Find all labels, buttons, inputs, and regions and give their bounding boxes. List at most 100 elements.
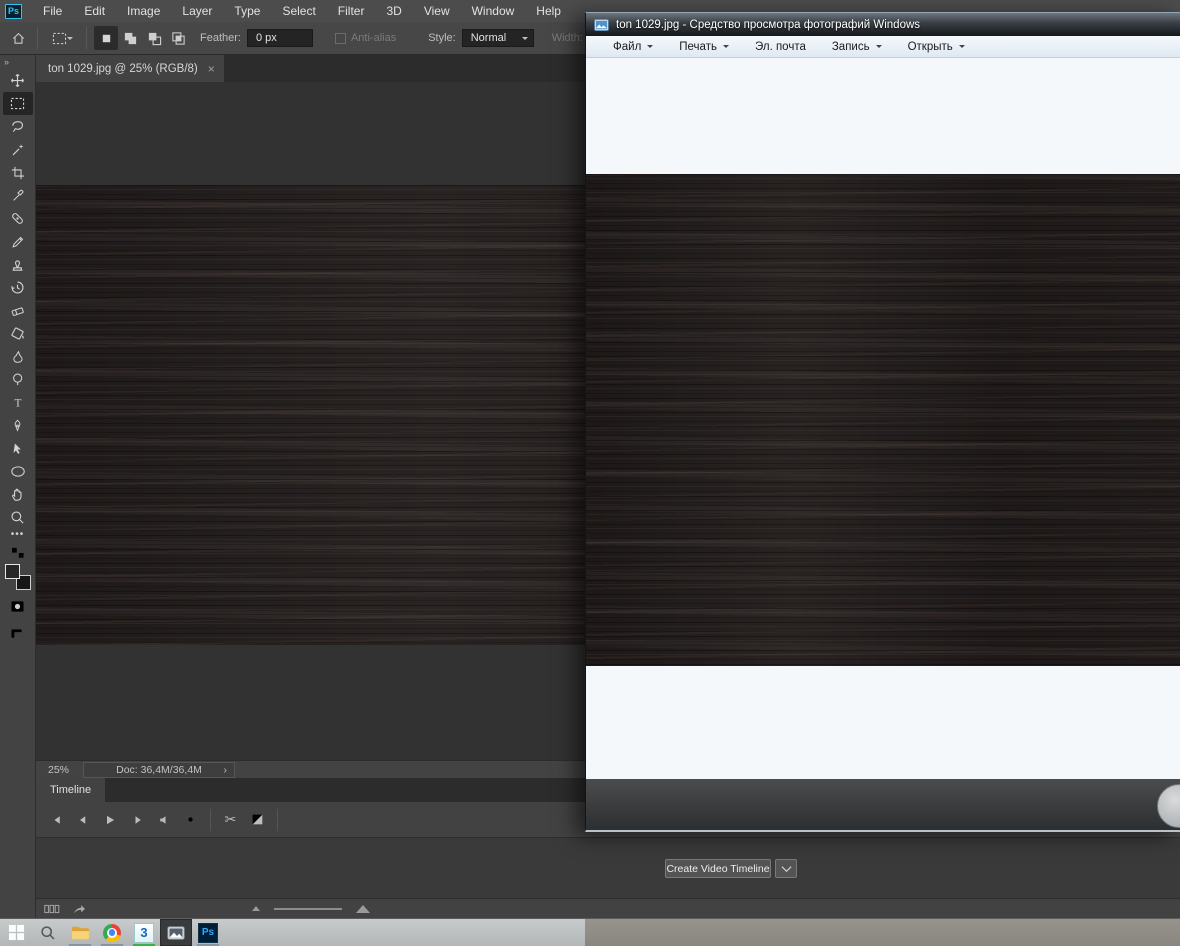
taskbar-search-button[interactable] [32, 919, 64, 946]
menu-type[interactable]: Type [223, 0, 271, 22]
magic-wand-tool[interactable] [3, 138, 33, 161]
photo-viewer-app-icon [594, 18, 609, 31]
width-label: Width: [551, 32, 583, 44]
feather-label: Feather: [200, 32, 241, 44]
menu-filter[interactable]: Filter [327, 0, 376, 22]
spot-healing-brush-tool[interactable] [3, 207, 33, 230]
move-tool[interactable] [3, 69, 33, 92]
chevron-down-icon [722, 45, 729, 51]
clone-stamp-tool[interactable] [3, 253, 33, 276]
app-3-button[interactable]: 3 [128, 919, 160, 946]
tab-timeline[interactable]: Timeline [36, 778, 106, 802]
previous-frame-icon[interactable] [69, 809, 96, 831]
first-frame-icon[interactable] [42, 809, 69, 831]
dodge-tool[interactable] [3, 368, 33, 391]
settings-gear-icon[interactable] [177, 809, 204, 831]
viewer-menu-burn-label: Запись [831, 40, 870, 53]
photo-viewer-taskbar-button[interactable] [160, 919, 192, 946]
menu-file[interactable]: File [32, 0, 73, 22]
ellipse-tool[interactable] [3, 460, 33, 483]
timeline-zoom-in-icon[interactable] [356, 904, 370, 913]
anti-alias-checkbox[interactable] [334, 32, 346, 44]
smudge-tool[interactable] [3, 345, 33, 368]
pen-tool[interactable] [3, 414, 33, 437]
zoom-tool[interactable] [3, 506, 33, 529]
timeline-zoom-out-icon[interactable] [252, 906, 260, 911]
menu-help[interactable]: Help [525, 0, 572, 22]
viewer-menu-file[interactable]: Файл [600, 41, 666, 53]
brush-tool[interactable] [3, 230, 33, 253]
type-tool[interactable]: T [3, 391, 33, 414]
foreground-color-swatch[interactable] [4, 564, 20, 579]
eyedropper-tool[interactable] [3, 184, 33, 207]
home-icon[interactable] [6, 26, 30, 50]
create-video-timeline-dropdown[interactable] [775, 859, 797, 878]
screen-mode-icon[interactable] [3, 622, 33, 646]
chevron-down-icon [647, 45, 654, 51]
chevron-down-icon [875, 45, 882, 51]
svg-text:T: T [14, 397, 21, 409]
lasso-tool[interactable] [3, 115, 33, 138]
eraser-tool[interactable] [3, 299, 33, 322]
crop-tool[interactable] [3, 161, 33, 184]
gradient-tool[interactable] [3, 322, 33, 345]
next-photo-button[interactable] [1157, 784, 1180, 828]
collapse-panels-icon[interactable]: » [0, 55, 10, 69]
chevron-right-icon[interactable]: › [224, 764, 228, 776]
app-3-icon: 3 [134, 922, 154, 943]
color-swatches [4, 564, 31, 590]
photoshop-taskbar-button[interactable]: Ps [192, 919, 224, 946]
edit-toolbar-icon[interactable]: ••• [11, 529, 25, 545]
menu-select[interactable]: Select [271, 0, 326, 22]
photo-viewer-titlebar[interactable]: ton 1029.jpg - Средство просмотра фотогр… [586, 13, 1180, 36]
document-tab-title: ton 1029.jpg @ 25% (RGB/8) [48, 62, 198, 75]
menu-edit[interactable]: Edit [73, 0, 116, 22]
photoshop-logo-icon[interactable]: Ps [5, 3, 22, 19]
document-tab[interactable]: ton 1029.jpg @ 25% (RGB/8) × [36, 55, 224, 82]
add-to-selection-button[interactable] [118, 26, 142, 50]
viewer-menu-open[interactable]: Открыть [895, 41, 978, 53]
close-icon[interactable]: × [208, 62, 215, 76]
hand-tool[interactable] [3, 483, 33, 506]
marquee-preset-icon[interactable] [45, 26, 79, 50]
create-video-timeline-button[interactable]: Create Video Timeline [665, 859, 771, 878]
photoshop-icon: Ps [198, 922, 218, 943]
transition-icon[interactable] [244, 809, 271, 831]
frames-icon[interactable] [38, 898, 65, 920]
divider [210, 808, 211, 831]
path-selection-tool[interactable] [3, 437, 33, 460]
divider [37, 27, 38, 49]
style-select[interactable]: Normal [461, 29, 534, 47]
photo-viewer-content [586, 58, 1180, 779]
photo-viewer-window: ton 1029.jpg - Средство просмотра фотогр… [585, 12, 1180, 832]
subtract-from-selection-button[interactable] [142, 26, 166, 50]
history-brush-tool[interactable] [3, 276, 33, 299]
timeline-zoom-slider[interactable] [274, 907, 342, 910]
chrome-button[interactable] [96, 919, 128, 946]
next-frame-icon[interactable] [123, 809, 150, 831]
split-scissors-icon[interactable]: ✂ [217, 809, 244, 831]
new-selection-button[interactable] [94, 26, 118, 50]
audio-icon[interactable] [150, 809, 177, 831]
menu-window[interactable]: Window [461, 0, 526, 22]
document-size-status[interactable]: Doc: 36,4M/36,4M › [83, 761, 236, 778]
file-explorer-button[interactable] [64, 919, 96, 946]
menu-3d[interactable]: 3D [375, 0, 412, 22]
menu-view[interactable]: View [413, 0, 461, 22]
zoom-level[interactable]: 25% [36, 764, 83, 776]
chrome-icon [103, 923, 121, 942]
quick-mask-icon[interactable] [3, 594, 33, 618]
swap-colors-icon[interactable] [3, 545, 33, 561]
rectangular-marquee-tool[interactable] [2, 92, 33, 115]
intersect-selection-button[interactable] [166, 26, 190, 50]
photo-viewer-controls-bar [586, 779, 1180, 830]
viewer-menu-email[interactable]: Эл. почта [742, 41, 819, 53]
menu-layer[interactable]: Layer [171, 0, 223, 22]
viewer-menu-burn[interactable]: Запись [819, 41, 895, 53]
render-export-arrow-icon[interactable] [65, 898, 92, 920]
feather-input[interactable]: 0 px [246, 29, 313, 47]
viewer-menu-print[interactable]: Печать [666, 41, 742, 53]
menu-image[interactable]: Image [116, 0, 171, 22]
start-button[interactable] [0, 919, 32, 946]
play-icon[interactable] [96, 809, 123, 831]
